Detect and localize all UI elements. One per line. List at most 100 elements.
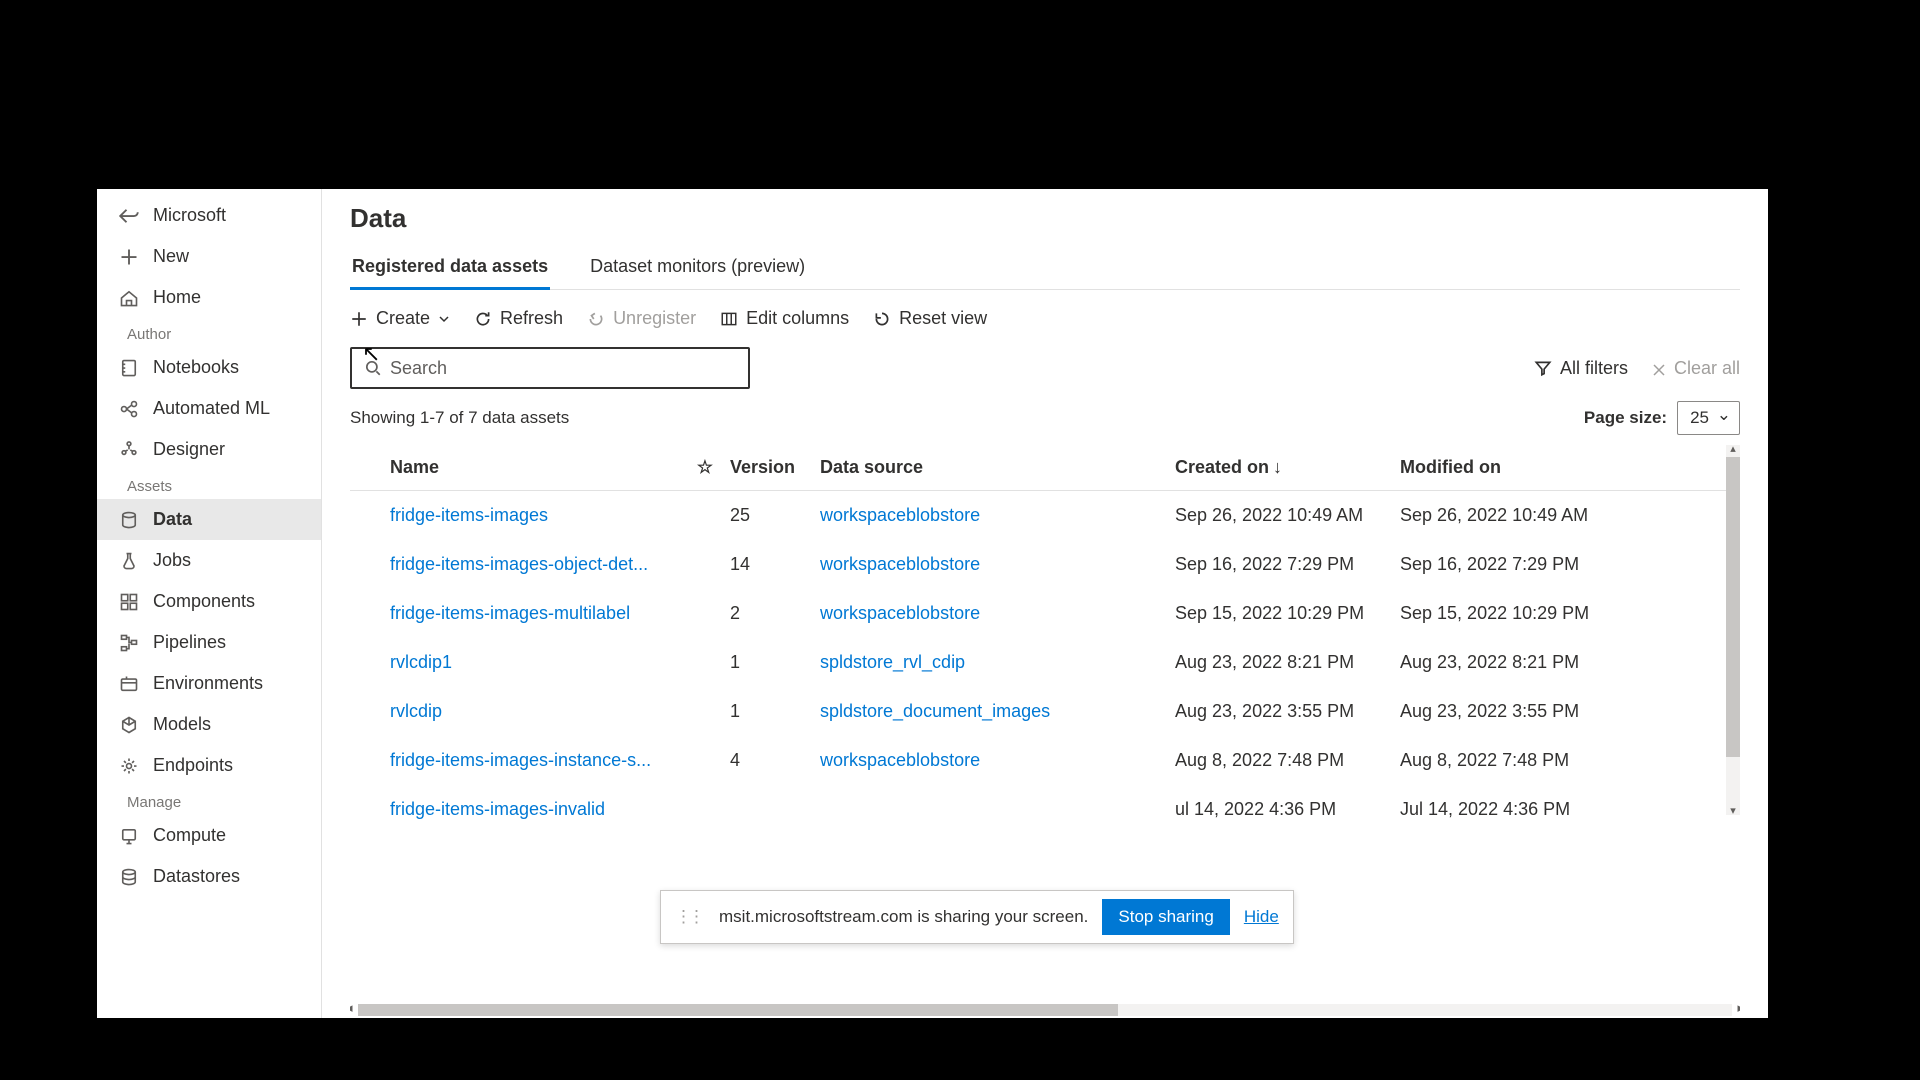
sidebar-item-notebooks[interactable]: Notebooks: [97, 347, 321, 388]
sidebar-item-label: Datastores: [153, 866, 240, 887]
plus-icon: [119, 247, 139, 267]
sidebar-item-datastores[interactable]: Datastores: [97, 856, 321, 897]
sidebar-item-home[interactable]: Home: [97, 277, 321, 318]
reset-icon: [873, 310, 891, 328]
table-header: Name ☆ Version Data source Created on↓ M…: [350, 445, 1740, 491]
row-version: 4: [730, 750, 820, 771]
data-source-link[interactable]: spldstore_rvl_cdip: [820, 652, 965, 672]
clear-all-button[interactable]: Clear all: [1652, 358, 1740, 379]
column-name[interactable]: Name: [390, 457, 680, 478]
column-created-on[interactable]: Created on↓: [1175, 457, 1400, 478]
asset-name-link[interactable]: rvlcdip1: [390, 652, 452, 672]
sidebar-item-label: Compute: [153, 825, 226, 846]
asset-name-link[interactable]: fridge-items-images-multilabel: [390, 603, 630, 623]
page-size-select[interactable]: 25: [1677, 401, 1740, 435]
sidebar-item-pipelines[interactable]: Pipelines: [97, 622, 321, 663]
asset-name-link[interactable]: rvlcdip: [390, 701, 442, 721]
sidebar-item-compute[interactable]: Compute: [97, 815, 321, 856]
plus-icon: [350, 310, 368, 328]
row-modified: Aug 8, 2022 7:48 PM: [1400, 750, 1720, 771]
sidebar-item-models[interactable]: Models: [97, 704, 321, 745]
asset-name-link[interactable]: fridge-items-images-invalid: [390, 799, 605, 819]
drag-handle-icon[interactable]: ⋮⋮: [675, 907, 701, 927]
table-row[interactable]: fridge-items-images-instance-s... 4worksp…: [350, 736, 1740, 785]
column-data-source[interactable]: Data source: [820, 457, 1175, 478]
create-button[interactable]: Create: [350, 308, 450, 329]
column-version[interactable]: Version: [730, 457, 820, 478]
table-row[interactable]: rvlcdip1 1spldstore_rvl_cdip Aug 23, 2022 …: [350, 638, 1740, 687]
table-row[interactable]: fridge-items-images25workspaceblobstoreS…: [350, 491, 1740, 540]
scroll-down-icon[interactable]: ▾: [1726, 804, 1740, 818]
flask-icon: [119, 551, 139, 571]
data-source-link[interactable]: workspaceblobstore: [820, 554, 980, 574]
row-created: ul 14, 2022 4:36 PM: [1175, 799, 1400, 820]
row-version: 1: [730, 652, 820, 673]
screen-sharing-bar: ⋮⋮ msit.microsoftstream.com is sharing y…: [660, 890, 1294, 944]
sidebar-item-automated-ml[interactable]: Automated ML: [97, 388, 321, 429]
tab-registered-data-assets[interactable]: Registered data assets: [350, 248, 550, 289]
edit-columns-label: Edit columns: [746, 308, 849, 329]
sidebar-item-label: Jobs: [153, 550, 191, 571]
row-created: Sep 26, 2022 10:49 AM: [1175, 505, 1400, 526]
data-source-link[interactable]: workspaceblobstore: [820, 505, 980, 525]
scrollbar-thumb[interactable]: [358, 1004, 1118, 1016]
data-source-link[interactable]: workspaceblobstore: [820, 603, 980, 623]
column-modified-on[interactable]: Modified on: [1400, 457, 1720, 478]
row-version: 1: [730, 701, 820, 722]
asset-name-link[interactable]: fridge-items-images-instance-s...: [390, 750, 651, 770]
scroll-up-icon[interactable]: ▴: [1726, 445, 1740, 456]
edit-columns-button[interactable]: Edit columns: [720, 308, 849, 329]
table-row[interactable]: fridge-items-images-multilabel2workspace…: [350, 589, 1740, 638]
sidebar-item-data[interactable]: Data: [97, 499, 321, 540]
all-filters-button[interactable]: All filters: [1534, 358, 1628, 379]
sidebar-item-environments[interactable]: Environments: [97, 663, 321, 704]
table-row[interactable]: fridge-items-images-invalid ul 14, 2022 4…: [350, 785, 1740, 834]
sidebar-item-endpoints[interactable]: Endpoints: [97, 745, 321, 786]
scroll-left-icon[interactable]: ◂: [350, 1000, 353, 1016]
data-source-link[interactable]: spldstore_document_images: [820, 701, 1050, 721]
row-created: Aug 8, 2022 7:48 PM: [1175, 750, 1400, 771]
environments-icon: [119, 674, 139, 694]
new-label: New: [153, 246, 189, 267]
reset-view-button[interactable]: Reset view: [873, 308, 987, 329]
row-version: 14: [730, 554, 820, 575]
data-source-link[interactable]: workspaceblobstore: [820, 750, 980, 770]
tab-dataset-monitors[interactable]: Dataset monitors (preview): [588, 248, 807, 289]
sidebar-item-jobs[interactable]: Jobs: [97, 540, 321, 581]
asset-name-link[interactable]: fridge-items-images-object-det...: [390, 554, 648, 574]
row-created: Aug 23, 2022 8:21 PM: [1175, 652, 1400, 673]
row-modified: Aug 23, 2022 3:55 PM: [1400, 701, 1720, 722]
columns-icon: [720, 310, 738, 328]
scrollbar-thumb[interactable]: [1726, 457, 1740, 757]
data-icon: [119, 510, 139, 530]
sidebar-item-components[interactable]: Components: [97, 581, 321, 622]
filter-row: ↖ All filters Clear all: [350, 347, 1740, 389]
designer-icon: [119, 440, 139, 460]
horizontal-scrollbar[interactable]: ◂ ▸: [350, 1000, 1740, 1018]
column-favorite[interactable]: ☆: [680, 457, 730, 478]
hide-link[interactable]: Hide: [1244, 907, 1279, 927]
workspace-switcher[interactable]: Microsoft: [97, 195, 321, 236]
sidebar: Microsoft New Home Author Notebooks Auto…: [97, 189, 322, 1018]
sidebar-item-label: Notebooks: [153, 357, 239, 378]
row-created: Sep 16, 2022 7:29 PM: [1175, 554, 1400, 575]
create-label: Create: [376, 308, 430, 329]
search-box[interactable]: ↖: [350, 347, 750, 389]
back-arrow-icon: [119, 206, 139, 226]
chevron-down-icon: [438, 313, 450, 325]
search-input[interactable]: [390, 358, 736, 379]
vertical-scrollbar[interactable]: ▴ ▾: [1726, 445, 1740, 815]
stop-sharing-button[interactable]: Stop sharing: [1102, 899, 1229, 935]
sidebar-item-label: Pipelines: [153, 632, 226, 653]
refresh-label: Refresh: [500, 308, 563, 329]
table-row[interactable]: fridge-items-images-object-det... 14works…: [350, 540, 1740, 589]
toolbar: Create Refresh Unregister Edit columns R…: [350, 308, 1740, 329]
datastores-icon: [119, 867, 139, 887]
scroll-right-icon[interactable]: ▸: [1737, 1000, 1740, 1016]
new-button[interactable]: New: [97, 236, 321, 277]
sidebar-item-label: Data: [153, 509, 192, 530]
sidebar-item-designer[interactable]: Designer: [97, 429, 321, 470]
refresh-button[interactable]: Refresh: [474, 308, 563, 329]
table-row[interactable]: rvlcdip 1spldstore_document_images Aug 23,…: [350, 687, 1740, 736]
asset-name-link[interactable]: fridge-items-images: [390, 505, 548, 525]
